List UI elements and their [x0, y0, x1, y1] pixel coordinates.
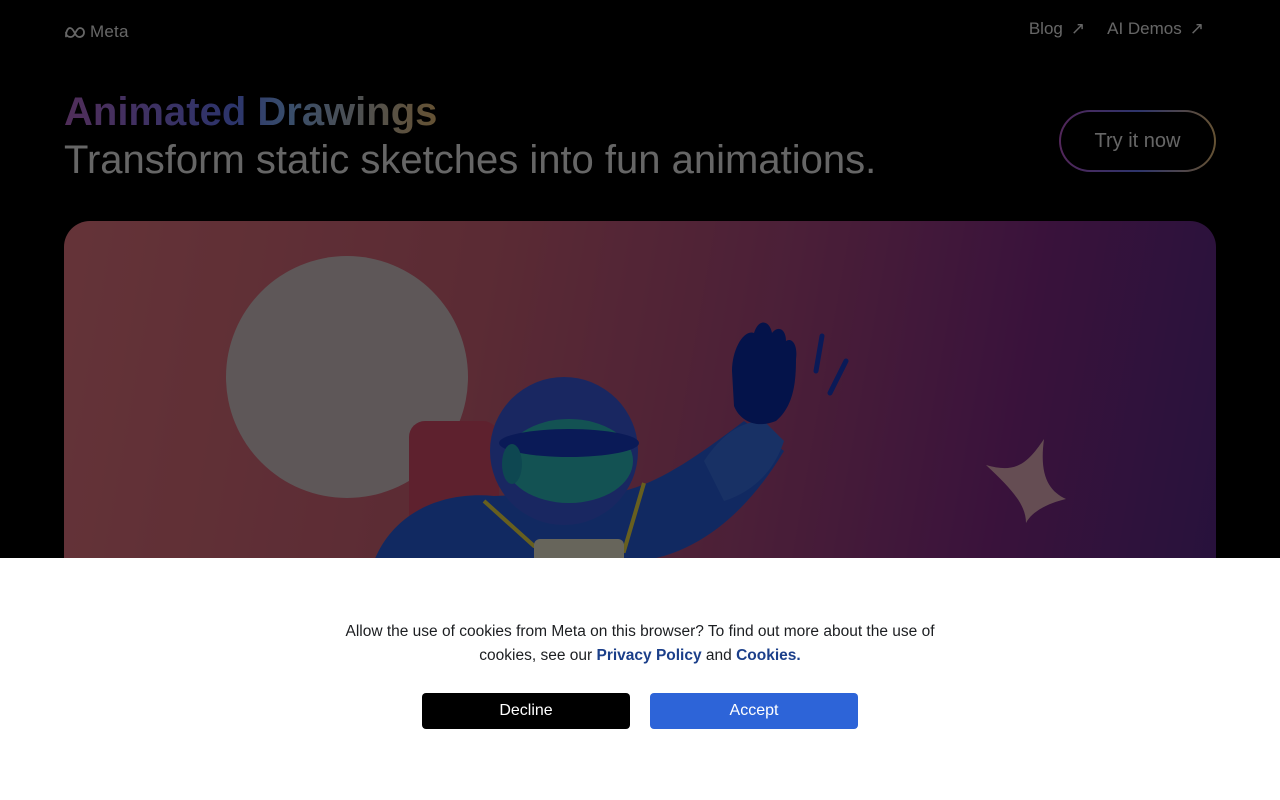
nav-link-label: AI Demos — [1107, 19, 1182, 38]
nav-link-blog[interactable]: Blog ↗ — [1029, 19, 1085, 39]
try-it-now-button[interactable]: Try it now — [1059, 110, 1216, 172]
cookie-banner: Allow the use of cookies from Meta on th… — [0, 558, 1280, 800]
cookie-and-text: and — [701, 647, 737, 664]
external-arrow-icon: ↗ — [1189, 19, 1204, 38]
privacy-policy-link[interactable]: Privacy Policy — [596, 647, 701, 664]
top-nav: Blog ↗ AI Demos ↗ — [1029, 19, 1204, 39]
nav-link-ai-demos[interactable]: AI Demos ↗ — [1107, 19, 1204, 39]
decline-button[interactable]: Decline — [422, 693, 630, 729]
external-arrow-icon: ↗ — [1070, 19, 1086, 38]
logo-text: Meta — [90, 22, 129, 41]
nav-link-label: Blog — [1028, 19, 1063, 38]
cookies-link[interactable]: Cookies. — [736, 647, 801, 664]
meta-infinity-icon — [65, 26, 85, 38]
cta-label: Try it now — [1061, 112, 1214, 170]
accept-button[interactable]: Accept — [650, 693, 858, 729]
meta-logo[interactable]: Meta — [64, 22, 129, 42]
cookie-message: Allow the use of cookies from Meta on th… — [340, 620, 940, 668]
hero-title: Animated Drawings — [64, 90, 438, 134]
hero-subtitle: Transform static sketches into fun anima… — [64, 138, 877, 182]
